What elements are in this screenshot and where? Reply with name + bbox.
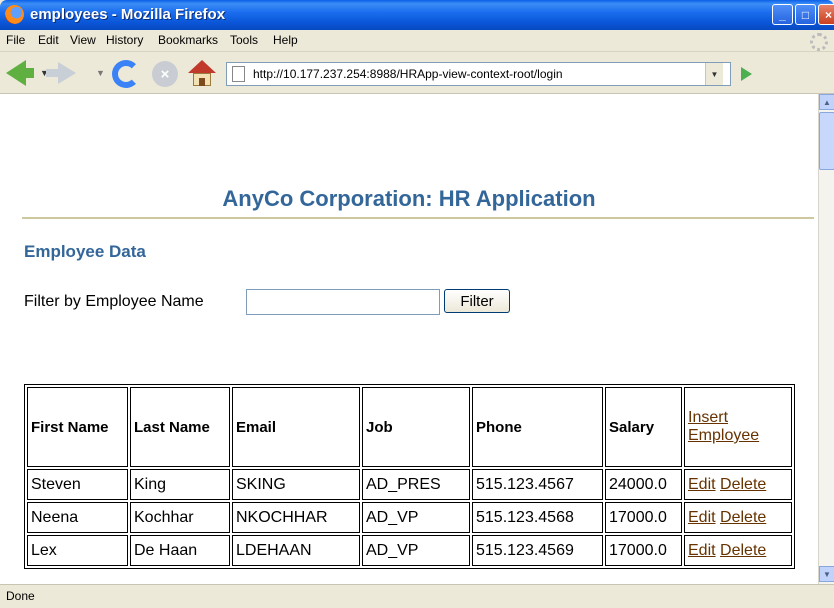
vertical-scrollbar[interactable]: ▲ ▼ [818,94,834,584]
menu-tools[interactable]: Tools [230,33,258,47]
delete-link[interactable]: Delete [720,509,766,526]
menu-bookmarks[interactable]: Bookmarks [158,33,218,47]
reload-icon[interactable] [112,60,140,88]
scroll-down-icon[interactable]: ▼ [819,566,834,582]
cell-job: AD_PRES [362,469,470,500]
cell-salary: 24000.0 [605,469,682,500]
column-header: First Name [27,387,128,467]
url-dropdown-icon[interactable]: ▼ [705,63,723,85]
menu-view[interactable]: View [70,33,96,47]
window-title: employees - Mozilla Firefox [30,6,226,23]
column-header: Last Name [130,387,230,467]
filter-label: Filter by Employee Name [24,293,204,310]
page-title: AnyCo Corporation: HR Application [222,186,596,211]
cell-job: AD_VP [362,535,470,566]
column-header: Job [362,387,470,467]
navigation-toolbar: ▼ ▼ × http://10.177.237.254:8988/HRApp-v… [0,52,834,94]
insert-header: Insert Employee [684,387,792,467]
forward-history-dropdown-icon[interactable]: ▼ [96,68,105,78]
cell-first-name: Neena [27,502,128,533]
firefox-icon [5,5,24,24]
menu-edit[interactable]: Edit [38,33,59,47]
title-divider [22,217,814,219]
filter-button[interactable]: Filter [444,289,510,313]
page-content: AnyCo Corporation: HR Application Employ… [0,94,818,584]
cell-last-name: Kochhar [130,502,230,533]
delete-link[interactable]: Delete [720,542,766,559]
cell-email: LDEHAAN [232,535,360,566]
cell-actions: Edit Delete [684,469,792,500]
home-icon[interactable] [188,60,216,88]
browser-window: employees - Mozilla Firefox _ □ × File E… [0,0,834,608]
back-icon[interactable] [6,60,34,86]
edit-link[interactable]: Edit [688,542,716,559]
close-button[interactable]: × [818,4,834,25]
employee-table: First Name Last Name Email Job Phone Sal… [24,384,795,569]
cell-phone: 515.123.4568 [472,502,603,533]
delete-link[interactable]: Delete [720,476,766,493]
menu-help[interactable]: Help [273,33,298,47]
menu-bar: File Edit View History Bookmarks Tools H… [0,30,834,52]
section-heading: Employee Data [24,242,146,261]
cell-first-name: Steven [27,469,128,500]
cell-last-name: King [130,469,230,500]
status-text: Done [6,589,35,603]
cell-salary: 17000.0 [605,535,682,566]
title-bar: employees - Mozilla Firefox _ □ × [0,0,834,30]
edit-link[interactable]: Edit [688,476,716,493]
go-icon[interactable] [741,67,752,81]
maximize-button[interactable]: □ [795,4,816,25]
table-header-row: First Name Last Name Email Job Phone Sal… [27,387,792,467]
cell-email: SKING [232,469,360,500]
minimize-button[interactable]: _ [772,4,793,25]
table-row: Lex De Haan LDEHAAN AD_VP 515.123.4569 1… [27,535,792,566]
column-header: Email [232,387,360,467]
cell-phone: 515.123.4567 [472,469,603,500]
address-bar[interactable]: http://10.177.237.254:8988/HRApp-view-co… [226,62,731,86]
cell-email: NKOCHHAR [232,502,360,533]
cell-last-name: De Haan [130,535,230,566]
throbber-icon [810,33,828,51]
menu-history[interactable]: History [106,33,143,47]
cell-actions: Edit Delete [684,502,792,533]
cell-job: AD_VP [362,502,470,533]
table-row: Neena Kochhar NKOCHHAR AD_VP 515.123.456… [27,502,792,533]
edit-link[interactable]: Edit [688,509,716,526]
url-text[interactable]: http://10.177.237.254:8988/HRApp-view-co… [253,67,563,81]
column-header: Phone [472,387,603,467]
insert-employee-link[interactable]: Insert Employee [688,409,759,444]
cell-actions: Edit Delete [684,535,792,566]
stop-icon[interactable]: × [152,61,178,87]
cell-phone: 515.123.4569 [472,535,603,566]
scroll-up-icon[interactable]: ▲ [819,94,834,110]
cell-salary: 17000.0 [605,502,682,533]
menu-file[interactable]: File [6,33,25,47]
filter-input[interactable] [246,289,440,315]
scroll-thumb[interactable] [819,112,834,170]
column-header: Salary [605,387,682,467]
page-icon [232,66,245,82]
status-bar: Done [0,584,834,608]
table-row: Steven King SKING AD_PRES 515.123.4567 2… [27,469,792,500]
cell-first-name: Lex [27,535,128,566]
forward-icon[interactable] [46,62,76,84]
